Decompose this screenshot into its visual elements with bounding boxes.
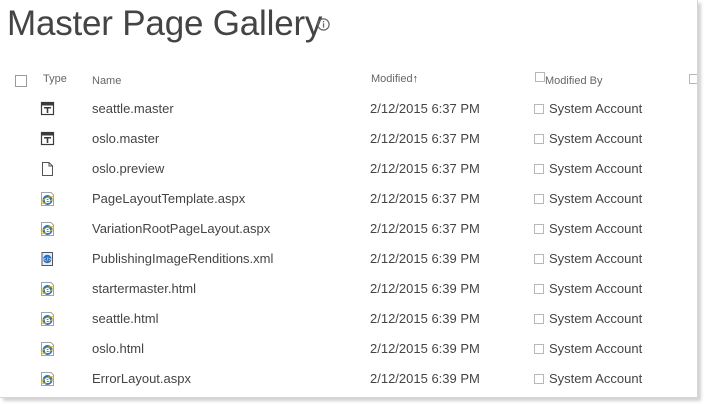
modified-by-name[interactable]: System Account	[549, 311, 642, 326]
column-header-modified-by-checkbox[interactable]	[535, 72, 545, 82]
modified-by-name[interactable]: System Account	[549, 251, 642, 266]
modified-date: 2/12/2015 6:39 PM	[370, 371, 480, 386]
file-name-link[interactable]: oslo.master	[92, 131, 159, 146]
modified-by-name[interactable]: System Account	[549, 221, 642, 236]
modified-by-checkbox[interactable]	[534, 344, 544, 354]
table-row[interactable]: e oslo.html 2/12/2015 6:39 PM System Accoun…	[0, 334, 697, 364]
modified-by-checkbox[interactable]	[534, 314, 544, 324]
modified-date: 2/12/2015 6:37 PM	[370, 161, 480, 176]
file-name-link[interactable]: seattle.html	[92, 311, 158, 326]
file-name-link[interactable]: oslo.preview	[92, 161, 164, 176]
table-row[interactable]: oslo.preview 2/12/2015 6:37 PM System Acco…	[0, 154, 697, 184]
column-header-extra-checkbox[interactable]	[689, 74, 697, 84]
svg-text:e: e	[44, 286, 50, 296]
table-row[interactable]: </> PublishingImageRenditions.xml 2/12/201…	[0, 244, 697, 274]
modified-by-name[interactable]: System Account	[549, 371, 642, 386]
aspx-file-icon: e	[41, 372, 54, 386]
column-header-modified[interactable]: Modified↑	[371, 73, 418, 85]
modified-by-checkbox[interactable]	[534, 224, 544, 234]
file-name-link[interactable]: PageLayoutTemplate.aspx	[92, 191, 245, 206]
modified-by-name[interactable]: System Account	[549, 161, 642, 176]
page-title: Master Page Gallery	[7, 4, 323, 43]
svg-text:e: e	[44, 346, 50, 356]
html-file-icon: e	[41, 342, 54, 356]
column-header-type[interactable]: Type	[43, 73, 67, 85]
html-file-icon: e	[41, 282, 54, 296]
modified-by-checkbox[interactable]	[534, 254, 544, 264]
html-file-icon: e	[41, 312, 54, 326]
file-name-link[interactable]: oslo.html	[92, 341, 144, 356]
sort-ascending-icon: ↑	[412, 73, 419, 85]
file-name-link[interactable]: seattle.master	[92, 101, 174, 116]
svg-text:e: e	[44, 316, 50, 326]
modified-by-name[interactable]: System Account	[549, 131, 642, 146]
xml-file-icon: </>	[41, 252, 53, 266]
select-all-checkbox[interactable]	[15, 75, 27, 87]
svg-text:</>: </>	[42, 257, 52, 263]
modified-by-checkbox[interactable]	[534, 164, 544, 174]
modified-by-checkbox[interactable]	[534, 134, 544, 144]
svg-text:e: e	[44, 376, 50, 386]
blank-file-icon	[42, 162, 53, 176]
modified-by-checkbox[interactable]	[534, 374, 544, 384]
list-header: Type Name Modified↑ Modified By	[0, 70, 697, 90]
modified-date: 2/12/2015 6:39 PM	[370, 341, 480, 356]
column-header-modified-by[interactable]: Modified By	[545, 75, 602, 87]
file-name-link[interactable]: PublishingImageRenditions.xml	[92, 251, 273, 266]
table-row[interactable]: seattle.master 2/12/2015 6:37 PM System Ac…	[0, 94, 697, 124]
file-name-link[interactable]: startermaster.html	[92, 281, 196, 296]
column-header-name[interactable]: Name	[92, 75, 121, 87]
master-page-icon	[40, 101, 55, 116]
modified-by-checkbox[interactable]	[534, 104, 544, 114]
modified-date: 2/12/2015 6:39 PM	[370, 251, 480, 266]
master-page-icon	[40, 131, 55, 146]
table-row[interactable]: e ErrorLayout.aspx 2/12/2015 6:39 PM System…	[0, 364, 697, 394]
aspx-file-icon: e	[41, 192, 54, 206]
modified-date: 2/12/2015 6:37 PM	[370, 131, 480, 146]
modified-by-name[interactable]: System Account	[549, 101, 642, 116]
modified-date: 2/12/2015 6:39 PM	[370, 311, 480, 326]
svg-text:e: e	[44, 226, 50, 236]
master-page-gallery-view: Master Page Gallery Type Name Modified↑ …	[0, 0, 698, 398]
svg-text:e: e	[44, 196, 50, 206]
column-header-modified-label: Modified	[371, 73, 413, 85]
file-name-link[interactable]: ErrorLayout.aspx	[92, 371, 191, 386]
modified-by-name[interactable]: System Account	[549, 341, 642, 356]
table-row[interactable]: e startermaster.html 2/12/2015 6:39 PM Syst…	[0, 274, 697, 304]
table-row[interactable]: e PageLayoutTemplate.aspx 2/12/2015 6:37 P…	[0, 184, 697, 214]
aspx-file-icon: e	[41, 222, 54, 236]
modified-date: 2/12/2015 6:37 PM	[370, 221, 480, 236]
table-row[interactable]: oslo.master 2/12/2015 6:37 PM System Accou…	[0, 124, 697, 154]
table-row[interactable]: e VariationRootPageLayout.aspx 2/12/2015 6…	[0, 214, 697, 244]
table-row[interactable]: e seattle.html 2/12/2015 6:39 PM System Acc…	[0, 304, 697, 334]
modified-by-checkbox[interactable]	[534, 194, 544, 204]
modified-by-checkbox[interactable]	[534, 284, 544, 294]
info-icon[interactable]	[317, 18, 330, 31]
modified-date: 2/12/2015 6:39 PM	[370, 281, 480, 296]
modified-by-name[interactable]: System Account	[549, 191, 642, 206]
file-name-link[interactable]: VariationRootPageLayout.aspx	[92, 221, 270, 236]
modified-date: 2/12/2015 6:37 PM	[370, 191, 480, 206]
modified-by-name[interactable]: System Account	[549, 281, 642, 296]
modified-date: 2/12/2015 6:37 PM	[370, 101, 480, 116]
